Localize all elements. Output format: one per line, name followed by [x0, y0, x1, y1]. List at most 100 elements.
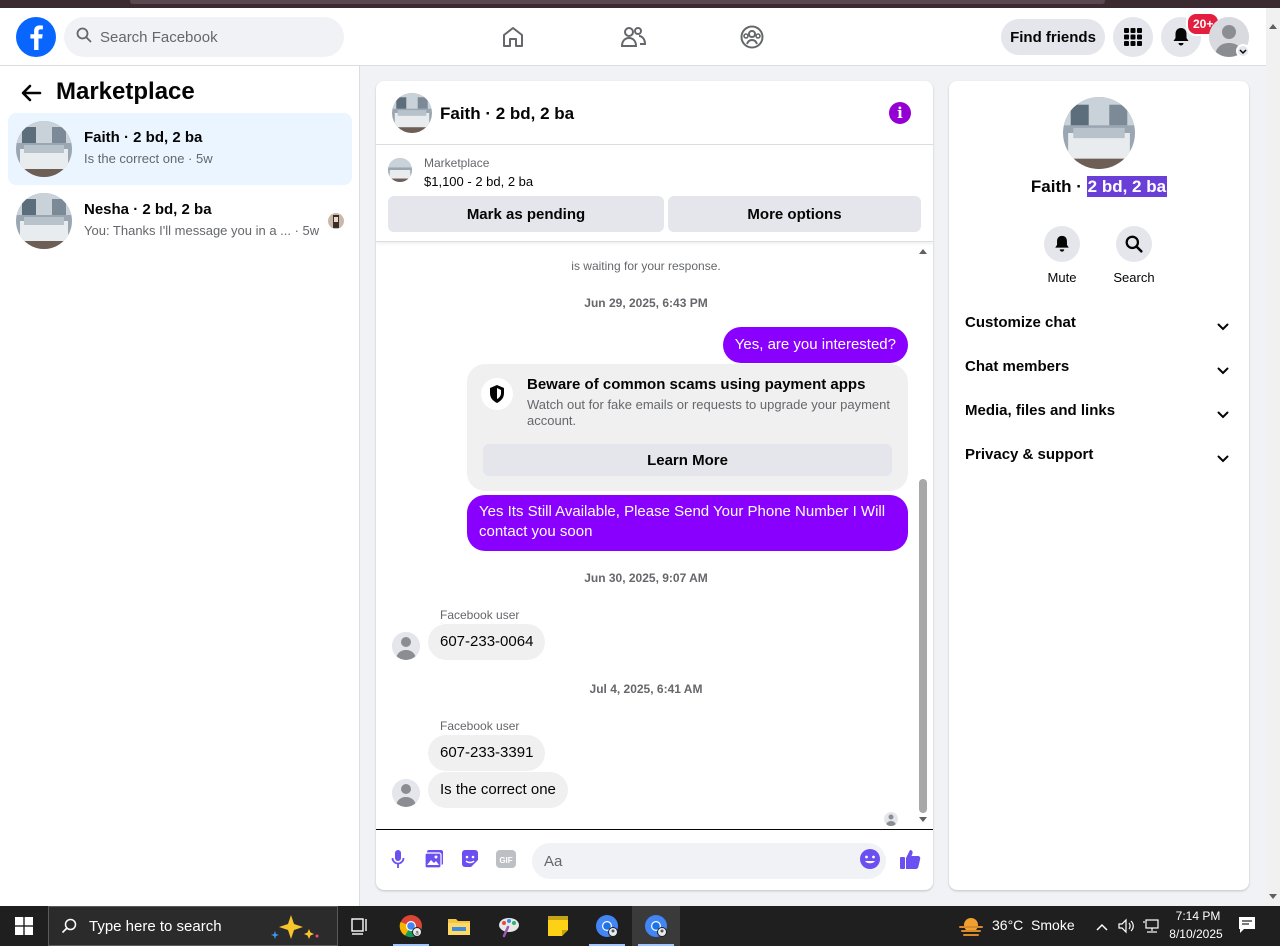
system-note: is waiting for your response.: [571, 259, 721, 273]
listing-price[interactable]: $1,100 - 2 bd, 2 ba: [424, 174, 533, 189]
chevron-down-icon: [1217, 318, 1229, 335]
incoming-message[interactable]: 607-233-0064: [428, 624, 546, 660]
marketplace-sidebar: Marketplace Faith · 2 bd, 2 ba Is the co…: [0, 66, 360, 906]
learn-more-button[interactable]: Learn More: [483, 444, 892, 476]
timestamp: Jun 30, 2025, 9:07 AM: [584, 571, 708, 585]
more-options-button[interactable]: More options: [668, 196, 921, 232]
clock-date[interactable]: 8/10/2025: [1166, 927, 1226, 941]
sticker-icon[interactable]: [458, 847, 482, 871]
weather-smoke-icon: [958, 915, 984, 942]
customize-chat-section[interactable]: Customize chat: [965, 314, 1233, 338]
conversation-item-nesha[interactable]: Nesha · 2 bd, 2 ba You: Thanks I'll mess…: [8, 185, 352, 257]
chat-scrollbar-thumb[interactable]: [919, 479, 927, 813]
media-files-links-section[interactable]: Media, files and links: [965, 402, 1233, 426]
svg-text:GIF: GIF: [499, 856, 512, 865]
facebook-search-box[interactable]: [64, 17, 344, 57]
message-composer: GIF: [376, 829, 933, 890]
listing-source: Marketplace: [424, 156, 490, 170]
menu-grid-icon[interactable]: [1113, 17, 1153, 57]
section-label: Media, files and links: [965, 402, 1116, 419]
message-input[interactable]: [532, 843, 886, 879]
windows-start-icon[interactable]: [0, 906, 48, 946]
chat-title[interactable]: Faith · 2 bd, 2 ba: [440, 104, 574, 124]
listing-thumbnail: [16, 121, 72, 177]
chrome-profile-icon[interactable]: [583, 906, 631, 946]
mute-action[interactable]: Mute: [1026, 226, 1098, 285]
details-name: Faith · 2 bd, 2 ba: [949, 176, 1249, 197]
facebook-logo-icon[interactable]: [16, 17, 56, 57]
photo-icon[interactable]: [422, 847, 446, 871]
clock-time[interactable]: 7:14 PM: [1172, 909, 1224, 923]
listing-summary: Marketplace $1,100 - 2 bd, 2 ba Mark as …: [376, 145, 933, 242]
mute-label: Mute: [1047, 270, 1077, 285]
groups-icon[interactable]: [737, 22, 767, 52]
notification-center-icon[interactable]: [1238, 916, 1256, 939]
page-scrollbar[interactable]: [1266, 8, 1280, 906]
facebook-user-avatar[interactable]: [392, 632, 420, 660]
chat-scrollbar[interactable]: [917, 245, 929, 827]
chrome-icon[interactable]: a: [387, 906, 435, 946]
section-label: Privacy & support: [965, 446, 1094, 463]
search-label: Search: [1113, 270, 1155, 285]
taskbar-search-box[interactable]: [48, 906, 338, 946]
chevron-up-icon[interactable]: [1096, 919, 1108, 937]
scam-warning-description: Watch out for fake emails or requests to…: [527, 397, 890, 428]
taskbar-search-input[interactable]: [89, 917, 269, 935]
thumbs-up-icon[interactable]: [898, 847, 922, 871]
mute-bell-icon[interactable]: [1044, 226, 1080, 262]
section-label: Customize chat: [965, 314, 1076, 331]
timestamp: Jul 4, 2025, 6:41 AM: [589, 682, 703, 696]
seen-avatar: [328, 213, 344, 229]
conversation-name: Faith · 2 bd, 2 ba: [84, 129, 203, 146]
task-view-icon[interactable]: [336, 906, 384, 946]
back-arrow-icon[interactable]: [20, 82, 42, 109]
details-name-selected-text[interactable]: 2 bd, 2 ba: [1086, 176, 1168, 197]
taskbar-search-icon: [61, 918, 77, 934]
read-receipt-avatar: [884, 812, 898, 826]
conversation-name: Nesha · 2 bd, 2 ba: [84, 201, 212, 218]
facebook-user-avatar[interactable]: [392, 779, 420, 807]
conversation-item-faith[interactable]: Faith · 2 bd, 2 ba Is the correct one · …: [8, 113, 352, 185]
network-icon[interactable]: [1143, 918, 1161, 939]
timestamp: Jun 29, 2025, 6:43 PM: [584, 296, 708, 310]
outgoing-message[interactable]: Yes Its Still Available, Please Send You…: [467, 495, 908, 551]
friends-icon[interactable]: [618, 22, 648, 52]
incoming-message[interactable]: 607-233-3391: [428, 735, 546, 771]
emoji-icon[interactable]: [858, 847, 882, 871]
chat-members-section[interactable]: Chat members: [965, 358, 1233, 382]
section-label: Chat members: [965, 358, 1070, 375]
volume-icon[interactable]: [1118, 918, 1134, 939]
microphone-icon[interactable]: [386, 847, 410, 871]
gif-icon[interactable]: GIF: [494, 847, 518, 871]
weather-text[interactable]: 36°C Smoke: [992, 917, 1075, 933]
page-title: Marketplace: [56, 78, 195, 105]
search-highlight-sparkle-icon: [265, 913, 325, 946]
mark-as-pending-button[interactable]: Mark as pending: [388, 196, 664, 232]
chevron-down-icon: [1217, 362, 1229, 379]
chrome-active-window-icon[interactable]: [632, 906, 680, 946]
browser-top-strip: [0, 0, 1280, 8]
message-list: is waiting for your response. Jun 29, 20…: [376, 243, 916, 829]
facebook-search-input[interactable]: [100, 28, 320, 46]
details-listing-avatar[interactable]: [1063, 97, 1135, 169]
search-icon[interactable]: [1116, 226, 1152, 262]
conversation-preview: You: Thanks I'll message you in a ... · …: [84, 223, 320, 238]
incoming-message[interactable]: Is the correct one: [428, 772, 568, 808]
chevron-down-icon: [1217, 406, 1229, 423]
chat-header: Faith · 2 bd, 2 ba i: [376, 81, 933, 145]
privacy-support-section[interactable]: Privacy & support: [965, 446, 1233, 470]
account-chevron-down-icon[interactable]: [1236, 44, 1250, 58]
conversation-preview: Is the correct one · 5w: [84, 151, 213, 166]
chat-listing-avatar[interactable]: [392, 93, 432, 133]
paint-app-icon[interactable]: [485, 906, 533, 946]
find-friends-button[interactable]: Find friends: [1001, 19, 1105, 55]
search-icon: [76, 27, 92, 48]
file-explorer-icon[interactable]: [435, 906, 483, 946]
sticky-notes-icon[interactable]: [534, 906, 582, 946]
chat-panel: Faith · 2 bd, 2 ba i Marketplace $1,100 …: [376, 81, 933, 890]
info-icon[interactable]: i: [889, 102, 911, 124]
home-icon[interactable]: [498, 22, 528, 52]
conversation-details-panel: Faith · 2 bd, 2 ba Mute Search Customize…: [949, 81, 1249, 890]
search-action[interactable]: Search: [1098, 226, 1170, 285]
outgoing-message[interactable]: Yes, are you interested?: [722, 327, 908, 363]
